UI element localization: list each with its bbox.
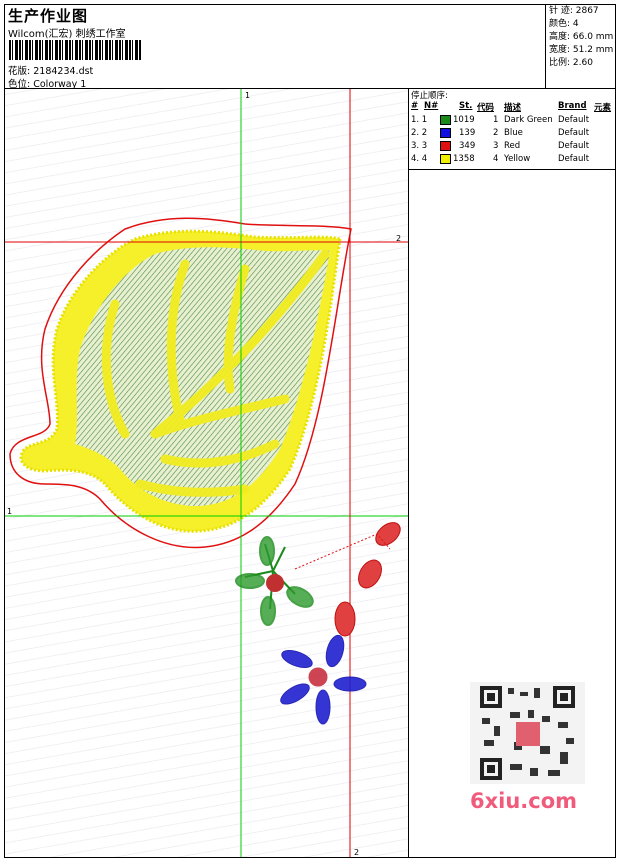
color-swatch — [440, 141, 451, 151]
col-header-index: # — [411, 101, 419, 111]
color-swatch — [440, 128, 451, 138]
header: 生产作业图 Wilcom(汇宏) 刺绣工作室 花版: 2184234.dst 色… — [5, 5, 545, 90]
color-count: 颜色: 4 — [549, 19, 579, 29]
blue-flower — [280, 634, 367, 725]
row-brand: Default — [558, 154, 590, 164]
watermark-text: 6xiu.com — [470, 789, 578, 813]
row-brand: Default — [558, 128, 590, 138]
row-index: 3. 3 — [411, 141, 428, 151]
guide-label-v1: 1 — [245, 91, 250, 100]
row-stitches: 349 — [459, 141, 476, 151]
row-desc: Yellow — [504, 154, 531, 164]
guide-label-v2: 2 — [354, 848, 359, 857]
color-swatch — [440, 154, 451, 164]
color-swatch — [440, 115, 451, 125]
row-stitches: 1019 — [453, 115, 475, 125]
row-code: 4 — [493, 154, 499, 164]
design-canvas: 1 1 2 2 — [5, 89, 409, 857]
col-header-code: 代码 — [477, 103, 495, 113]
col-header-desc: 描述 — [504, 103, 522, 113]
col-header-stitches: St. — [459, 101, 473, 111]
stop-sequence-panel: 停止顺序: # N# St. 代码 描述 Brand 元素 1. 1 1019 … — [409, 89, 615, 170]
page-title: 生产作业图 — [8, 7, 89, 25]
row-index: 2. 2 — [411, 128, 428, 138]
col-header-needle: N# — [424, 101, 439, 111]
stop-sequence-title: 停止顺序: — [411, 91, 448, 101]
design-height: 高度: 66.0 mm — [549, 32, 614, 42]
row-code: 1 — [493, 115, 499, 125]
row-brand: Default — [558, 115, 590, 125]
stats-panel: 针 迹: 2867 颜色: 4 高度: 66.0 mm 宽度: 51.2 mm … — [545, 4, 616, 88]
embroidery-preview: 1 1 2 2 — [5, 89, 408, 857]
table-row: 2. 2 139 2 Blue Default — [409, 128, 615, 141]
barcode — [9, 40, 141, 60]
qr-code — [470, 682, 585, 784]
col-header-element: 元素 — [594, 103, 612, 113]
row-stitches: 139 — [459, 128, 476, 138]
design-scale: 比例: 2.60 — [549, 58, 593, 68]
row-stitches: 1358 — [453, 154, 475, 164]
guide-label-h2: 2 — [396, 234, 401, 243]
row-desc: Blue — [504, 128, 523, 138]
qr-code-graphic — [480, 686, 575, 780]
row-brand: Default — [558, 141, 590, 151]
row-desc: Dark Green — [504, 115, 553, 125]
col-header-brand: Brand — [558, 101, 587, 111]
studio-name: Wilcom(汇宏) 刺绣工作室 — [8, 29, 126, 40]
row-index: 1. 1 — [411, 115, 428, 125]
stitch-count: 针 迹: 2867 — [549, 6, 599, 16]
row-code: 2 — [493, 128, 499, 138]
row-code: 3 — [493, 141, 499, 151]
design-width: 宽度: 51.2 mm — [549, 45, 614, 55]
row-desc: Red — [504, 141, 521, 151]
guide-label-h1: 1 — [7, 507, 12, 516]
design-file-line: 花版: 2184234.dst — [8, 63, 93, 77]
table-row: 1. 1 1019 1 Dark Green Default — [409, 115, 615, 128]
row-index: 4. 4 — [411, 154, 428, 164]
table-row: 4. 4 1358 4 Yellow Default — [409, 154, 615, 167]
green-flower — [235, 536, 314, 626]
table-row: 3. 3 349 3 Red Default — [409, 141, 615, 154]
